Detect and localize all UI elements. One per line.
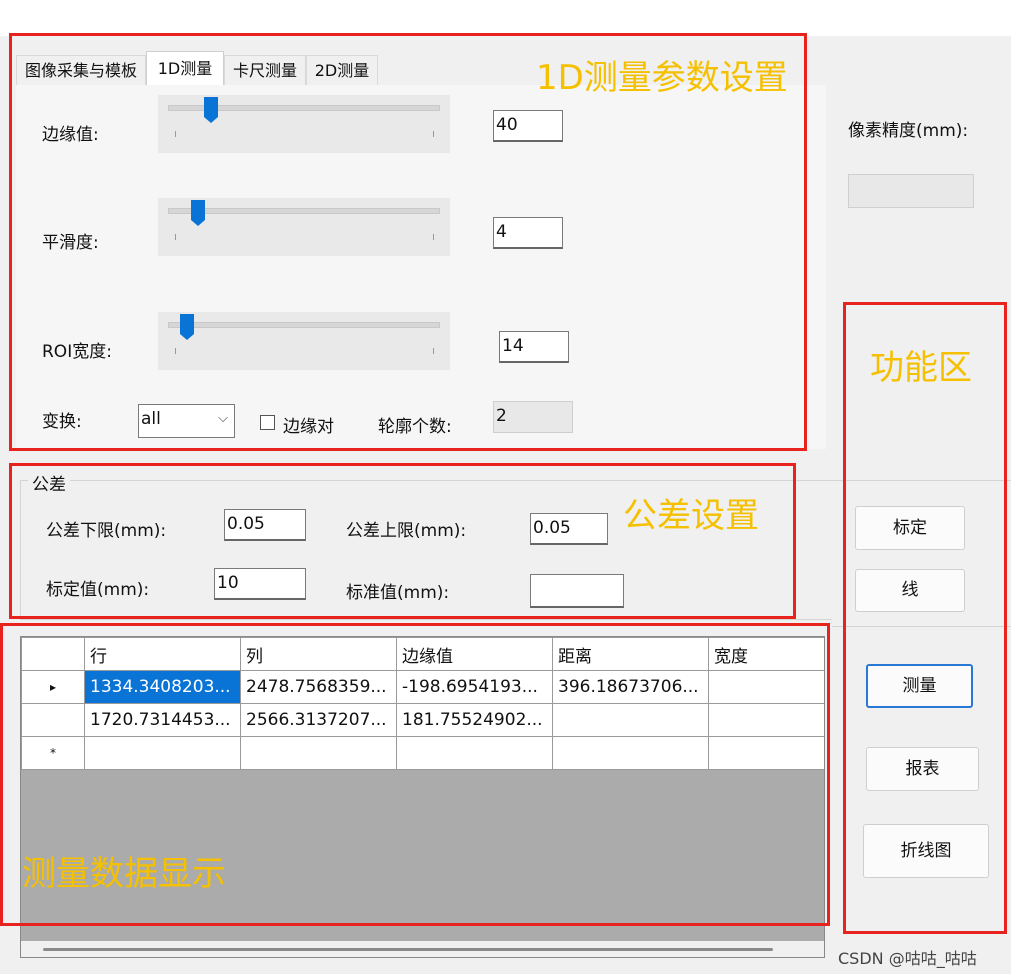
grid-column-header[interactable]: 边缘值: [396, 637, 553, 671]
horizontal-scrollbar[interactable]: [21, 941, 824, 957]
calibration-value-label: 标定值(mm):: [46, 580, 150, 600]
tab-image-capture[interactable]: 图像采集与模板: [16, 55, 146, 85]
calibration-value-input[interactable]: 10: [214, 568, 306, 600]
table-row[interactable]: ▸ 1334.3408203... 2478.7568359... -198.6…: [21, 670, 824, 704]
watermark: CSDN @咕咕_咕咕: [838, 949, 977, 968]
tolerance-lower-input[interactable]: 0.05: [224, 509, 306, 541]
standard-value-label: 标准值(mm):: [346, 583, 450, 603]
grid-column-header[interactable]: 距离: [552, 637, 709, 671]
transform-select-value: all: [141, 409, 161, 429]
grid-cell[interactable]: [708, 736, 824, 770]
grid-column-header[interactable]: 宽度: [708, 637, 824, 671]
report-button[interactable]: 报表: [866, 747, 979, 791]
params-annotation-label: 1D测量参数设置: [536, 58, 788, 98]
grid-cell[interactable]: 396.18673706...: [552, 670, 709, 704]
pixel-precision-label: 像素精度(mm):: [848, 121, 969, 141]
contour-count-label: 轮廓个数:: [378, 417, 452, 437]
scrollbar-thumb[interactable]: [43, 948, 773, 951]
line-button[interactable]: 线: [855, 569, 965, 612]
edge-value-slider[interactable]: [158, 95, 450, 153]
transform-label: 变换:: [42, 412, 82, 432]
slider-thumb[interactable]: [204, 97, 219, 123]
slider-tick: [175, 348, 176, 354]
slider-tick: [175, 234, 176, 240]
grid-cell[interactable]: [84, 736, 241, 770]
line-chart-button[interactable]: 折线图: [863, 824, 989, 878]
slider-tick: [175, 131, 176, 137]
row-selector[interactable]: [21, 703, 85, 737]
grid-cell[interactable]: [708, 703, 824, 737]
calibrate-button[interactable]: 标定: [855, 506, 965, 550]
grid-table: 行 列 边缘值 距离 宽度 ▸ 1334.3408203... 2478.756…: [21, 637, 824, 770]
slider-thumb[interactable]: [179, 314, 194, 340]
row-selector-icon[interactable]: ▸: [21, 670, 85, 704]
grid-column-header[interactable]: 列: [240, 637, 397, 671]
grid-cell[interactable]: 1720.7314453...: [84, 703, 241, 737]
roi-width-slider[interactable]: [158, 312, 450, 370]
slider-tick: [433, 348, 434, 354]
tolerance-group-title: 公差: [28, 470, 70, 495]
edge-value-input[interactable]: 40: [493, 110, 563, 142]
tolerance-lower-label: 公差下限(mm):: [46, 521, 167, 541]
slider-tick: [433, 234, 434, 240]
divider: [832, 480, 1011, 481]
table-row-new[interactable]: *: [21, 736, 824, 770]
smoothness-input[interactable]: 4: [493, 217, 563, 249]
pixel-precision-field: [848, 174, 974, 208]
roi-width-label: ROI宽度:: [42, 342, 112, 362]
grid-column-header[interactable]: 行: [84, 637, 241, 671]
grid-cell[interactable]: [396, 736, 553, 770]
edge-pair-checkbox[interactable]: [260, 415, 275, 430]
grid-cell[interactable]: 2566.3137207...: [240, 703, 397, 737]
grid-cell[interactable]: [552, 736, 709, 770]
grid-cell[interactable]: -198.6954193...: [396, 670, 553, 704]
tab-1d-measure[interactable]: 1D测量: [146, 51, 224, 85]
tolerance-annotation-label: 公差设置: [623, 496, 759, 536]
roi-width-input[interactable]: 14: [499, 331, 569, 363]
tab-2d-measure[interactable]: 2D测量: [306, 55, 378, 85]
data-annotation-label: 测量数据显示: [22, 854, 226, 894]
table-row[interactable]: 1720.7314453... 2566.3137207... 181.7552…: [21, 703, 824, 737]
edge-pair-label: 边缘对: [283, 417, 334, 437]
measurement-data-grid[interactable]: 行 列 边缘值 距离 宽度 ▸ 1334.3408203... 2478.756…: [20, 636, 825, 958]
standard-value-input[interactable]: [530, 574, 624, 608]
divider: [832, 626, 1011, 627]
grid-cell[interactable]: [240, 736, 397, 770]
slider-track: [168, 322, 440, 328]
contour-count-field: 2: [493, 401, 573, 433]
tolerance-upper-label: 公差上限(mm):: [346, 521, 467, 541]
new-row-icon[interactable]: *: [21, 736, 85, 770]
smoothness-label: 平滑度:: [42, 233, 99, 253]
chevron-down-icon: ⌵: [218, 411, 228, 426]
grid-corner-cell: [21, 637, 85, 671]
transform-select[interactable]: all ⌵: [138, 404, 235, 438]
tolerance-upper-input[interactable]: 0.05: [530, 513, 608, 545]
edge-value-label: 边缘值:: [42, 125, 99, 145]
slider-tick: [433, 131, 434, 137]
grid-cell[interactable]: 181.75524902...: [396, 703, 553, 737]
slider-thumb[interactable]: [190, 200, 205, 226]
function-annotation-label: 功能区: [870, 348, 972, 388]
slider-track: [168, 208, 440, 214]
grid-cell[interactable]: 2478.7568359...: [240, 670, 397, 704]
measure-button[interactable]: 测量: [866, 664, 973, 708]
smoothness-slider[interactable]: [158, 198, 450, 256]
grid-cell[interactable]: [552, 703, 709, 737]
tab-caliper-measure[interactable]: 卡尺测量: [224, 55, 306, 85]
grid-cell[interactable]: 1334.3408203...: [84, 670, 241, 704]
grid-cell[interactable]: [708, 670, 824, 704]
grid-header-row: 行 列 边缘值 距离 宽度: [21, 637, 824, 671]
